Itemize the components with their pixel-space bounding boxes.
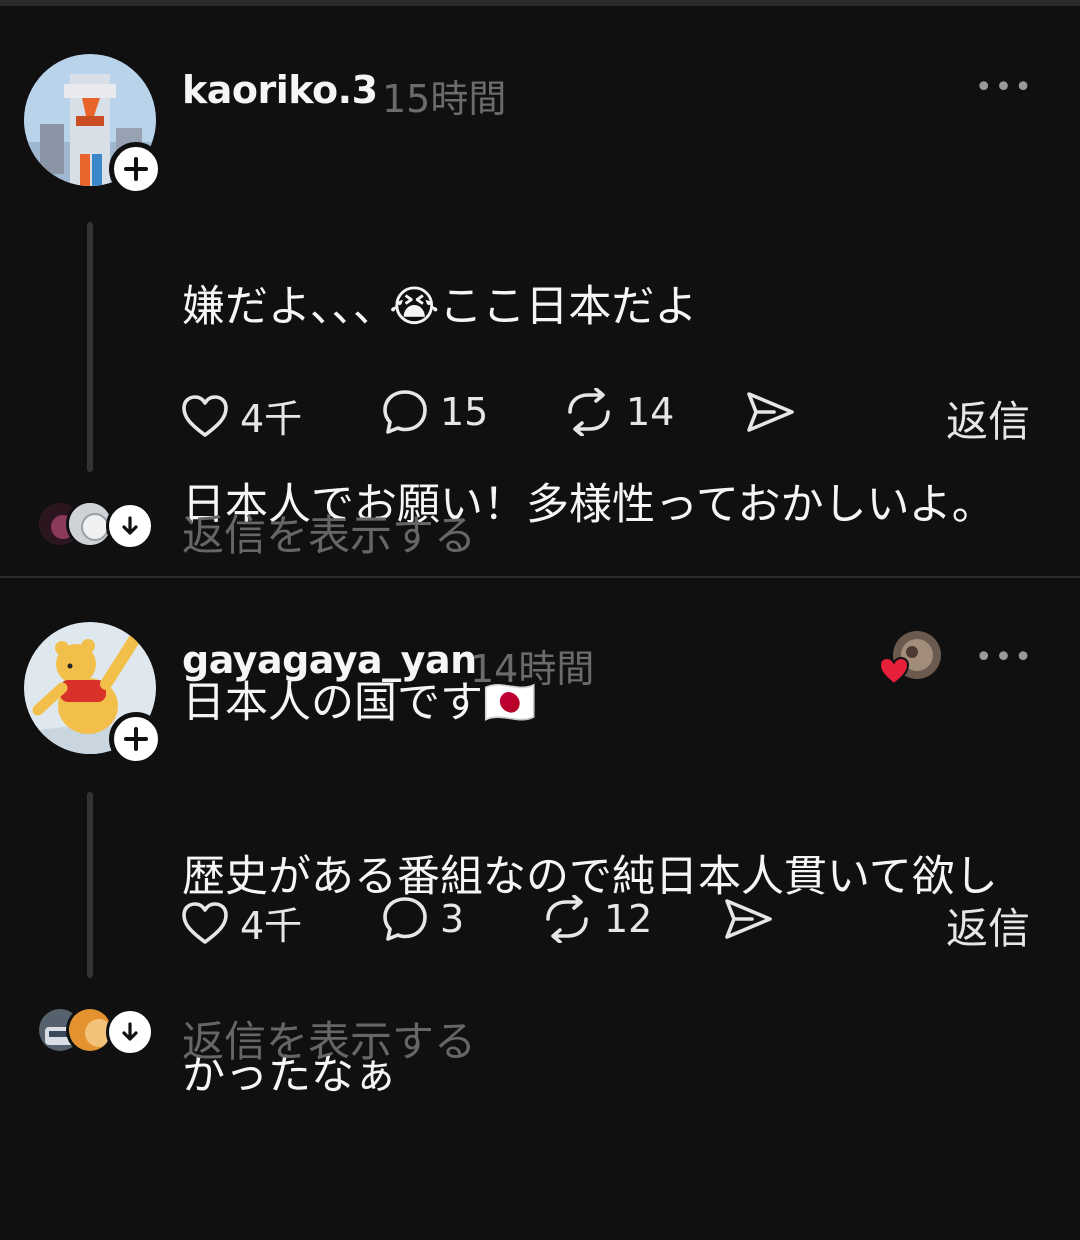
plus-icon [124, 727, 148, 751]
author-liked-indicator [878, 630, 944, 686]
reply-button[interactable]: 返信 [946, 388, 1030, 449]
show-replies-link[interactable]: 返信を表示する [182, 502, 476, 563]
share-button[interactable] [744, 388, 796, 436]
plus-icon [124, 157, 148, 181]
arrow-down-icon [122, 1022, 138, 1041]
show-replies-toggle[interactable] [106, 1008, 154, 1056]
repost-button[interactable]: 14 [562, 388, 674, 436]
post-text-line: 嫌だよ､､､ 😭ここ日本だよ [182, 282, 698, 332]
post-text: 歴史がある番組なので純日本人貫いて欲し かったなぁ [182, 712, 1052, 1240]
heart-icon [182, 394, 228, 437]
show-replies-link[interactable]: 返信を表示する [182, 1008, 476, 1069]
thread-line [87, 792, 93, 978]
repost-button[interactable]: 12 [540, 895, 652, 943]
send-icon [725, 899, 772, 939]
reply-button[interactable]: 返信 [946, 895, 1030, 956]
heart-icon [182, 901, 228, 944]
like-button[interactable]: 4千 [180, 388, 302, 443]
post-divider [0, 576, 1080, 578]
comment-button[interactable]: 15 [380, 388, 488, 436]
arrow-down-icon [122, 516, 138, 535]
more-options-icon[interactable]: ••• [975, 640, 1034, 675]
top-divider [0, 0, 1080, 6]
like-count: 4千 [240, 397, 303, 441]
repost-icon [568, 388, 610, 436]
comment-bubble-icon [383, 390, 427, 434]
repost-icon [546, 895, 588, 943]
more-options-icon[interactable]: ••• [975, 70, 1034, 105]
like-count: 4千 [240, 904, 303, 948]
timestamp: 14時間 [470, 647, 595, 691]
username[interactable]: kaoriko.3 [182, 68, 378, 112]
comment-count: 15 [440, 390, 489, 434]
like-button[interactable]: 4千 [180, 895, 302, 950]
reply-avatars [36, 500, 154, 552]
follow-button[interactable] [109, 142, 163, 196]
comment-bubble-icon [383, 897, 427, 941]
timestamp: 15時間 [382, 77, 507, 121]
comment-button[interactable]: 3 [380, 895, 464, 943]
send-icon [747, 392, 794, 432]
thread-line [87, 222, 93, 472]
share-button[interactable] [722, 895, 774, 943]
red-heart-icon [878, 656, 910, 686]
repost-count: 14 [626, 390, 675, 434]
username[interactable]: gayagaya_yan [182, 638, 477, 682]
repost-count: 12 [604, 897, 653, 941]
show-replies-toggle[interactable] [106, 502, 154, 550]
follow-button[interactable] [109, 712, 163, 766]
comment-count: 3 [440, 897, 465, 941]
reply-avatars [36, 1006, 154, 1058]
